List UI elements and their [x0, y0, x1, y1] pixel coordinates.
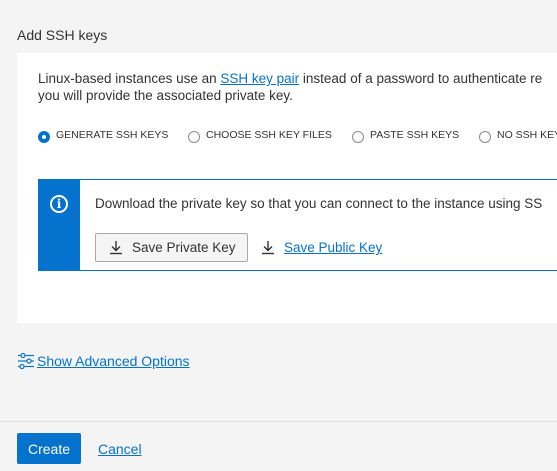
- radio-label: NO SSH KEY: [497, 129, 557, 141]
- sliders-icon: [17, 352, 37, 370]
- save-public-key-link[interactable]: Save Public Key: [261, 233, 382, 262]
- radio-choose-ssh-key-files[interactable]: CHOOSE SSH KEY FILES: [188, 129, 332, 143]
- radio-label: CHOOSE SSH KEY FILES: [206, 129, 332, 141]
- save-public-key-label: Save Public Key: [284, 240, 383, 255]
- description-text-continued: instead of a password to authenticate re: [299, 71, 543, 86]
- ssh-keys-card: Linux-based instances use an SSH key pai…: [17, 53, 557, 323]
- radio-unselected-icon: [479, 131, 491, 143]
- info-bar: i: [39, 180, 80, 270]
- cancel-link[interactable]: Cancel: [98, 441, 142, 457]
- description-text: Linux-based instances use an: [38, 71, 221, 86]
- info-message-box: i Download the private key so that you c…: [38, 179, 557, 271]
- radio-label: PASTE SSH KEYS: [370, 129, 460, 141]
- radio-selected-icon: [38, 131, 50, 143]
- save-private-key-button[interactable]: Save Private Key: [95, 233, 248, 262]
- download-icon: [261, 240, 275, 255]
- radio-paste-ssh-keys[interactable]: PASTE SSH KEYS: [352, 129, 460, 143]
- radio-generate-ssh-keys[interactable]: GENERATE SSH KEYS: [38, 129, 169, 143]
- info-icon: i: [50, 195, 68, 213]
- show-advanced-options-link[interactable]: Show Advanced Options: [17, 352, 190, 370]
- download-icon: [109, 240, 123, 255]
- radio-unselected-icon: [352, 131, 364, 143]
- radio-no-ssh-keys[interactable]: NO SSH KEY: [479, 129, 557, 143]
- ssh-key-pair-link[interactable]: SSH key pair: [220, 71, 299, 86]
- section-title: Add SSH keys: [17, 27, 108, 43]
- info-message: Download the private key so that you can…: [95, 196, 543, 211]
- radio-label: GENERATE SSH KEYS: [56, 129, 169, 141]
- footer-bar: Create Cancel: [0, 421, 557, 471]
- radio-unselected-icon: [188, 131, 200, 143]
- save-private-key-label: Save Private Key: [132, 240, 236, 255]
- create-button[interactable]: Create: [17, 433, 81, 464]
- ssh-description: Linux-based instances use an SSH key pai…: [38, 70, 557, 104]
- show-advanced-options-label: Show Advanced Options: [37, 353, 190, 369]
- description-line-2: you will provide the associated private …: [38, 88, 293, 103]
